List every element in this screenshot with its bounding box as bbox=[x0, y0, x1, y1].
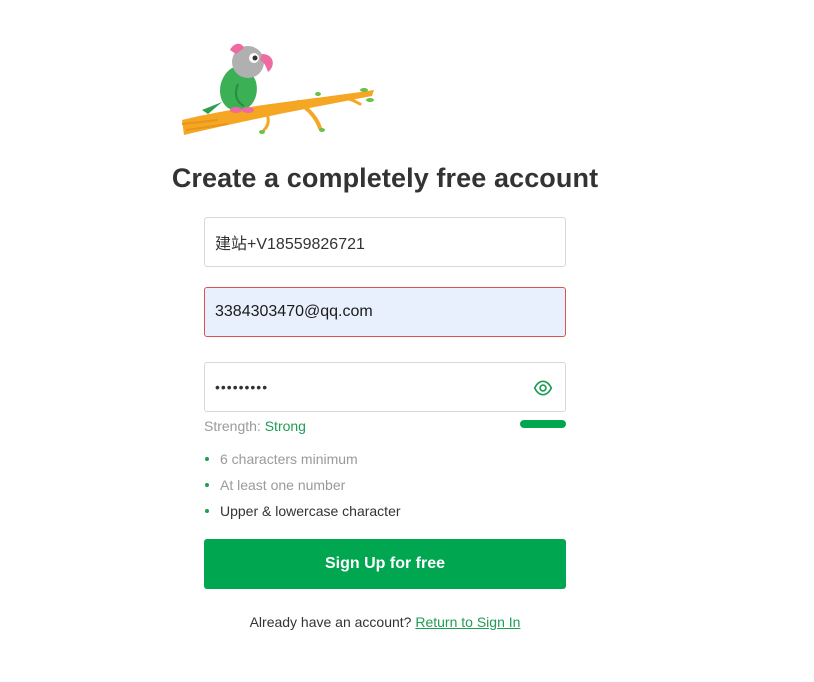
password-field-value: ••••••••• bbox=[215, 379, 269, 395]
name-field[interactable]: 建站+V18559826721 bbox=[204, 217, 566, 267]
name-field-value: 建站+V18559826721 bbox=[215, 236, 365, 253]
eye-icon[interactable] bbox=[533, 378, 553, 398]
password-rule-text: Upper & lowercase character bbox=[220, 503, 401, 519]
parrot-logo bbox=[181, 43, 374, 135]
page-title: Create a completely free account bbox=[171, 163, 599, 193]
return-to-signin-link[interactable]: Return to Sign In bbox=[415, 614, 520, 630]
password-field[interactable]: ••••••••• bbox=[204, 362, 566, 412]
password-rules-list: 6 characters minimum At least one number… bbox=[204, 450, 401, 528]
strength-value: Strong bbox=[264, 418, 306, 434]
password-rule-text: 6 characters minimum bbox=[220, 451, 358, 467]
signup-page: Create a completely free account 建站+V185… bbox=[0, 0, 814, 682]
email-field[interactable]: 3384303470@qq.com bbox=[204, 287, 566, 337]
password-rule-text: At least one number bbox=[220, 477, 346, 493]
password-rule: 6 characters minimum bbox=[204, 450, 401, 476]
signup-button[interactable]: Sign Up for free bbox=[204, 539, 566, 589]
bullet-icon bbox=[205, 483, 209, 487]
signin-prompt-text: Already have an account? bbox=[249, 614, 412, 630]
strength-label: Strength: bbox=[204, 418, 261, 434]
password-rule: At least one number bbox=[204, 476, 401, 502]
email-field-value: 3384303470@qq.com bbox=[215, 303, 373, 320]
password-rule: Upper & lowercase character bbox=[204, 502, 401, 528]
strength-indicator: Strength: Strong bbox=[204, 418, 306, 434]
bullet-icon bbox=[205, 509, 209, 513]
signin-prompt: Already have an account? Return to Sign … bbox=[0, 614, 770, 630]
strength-meter bbox=[520, 420, 566, 428]
bullet-icon bbox=[205, 457, 209, 461]
